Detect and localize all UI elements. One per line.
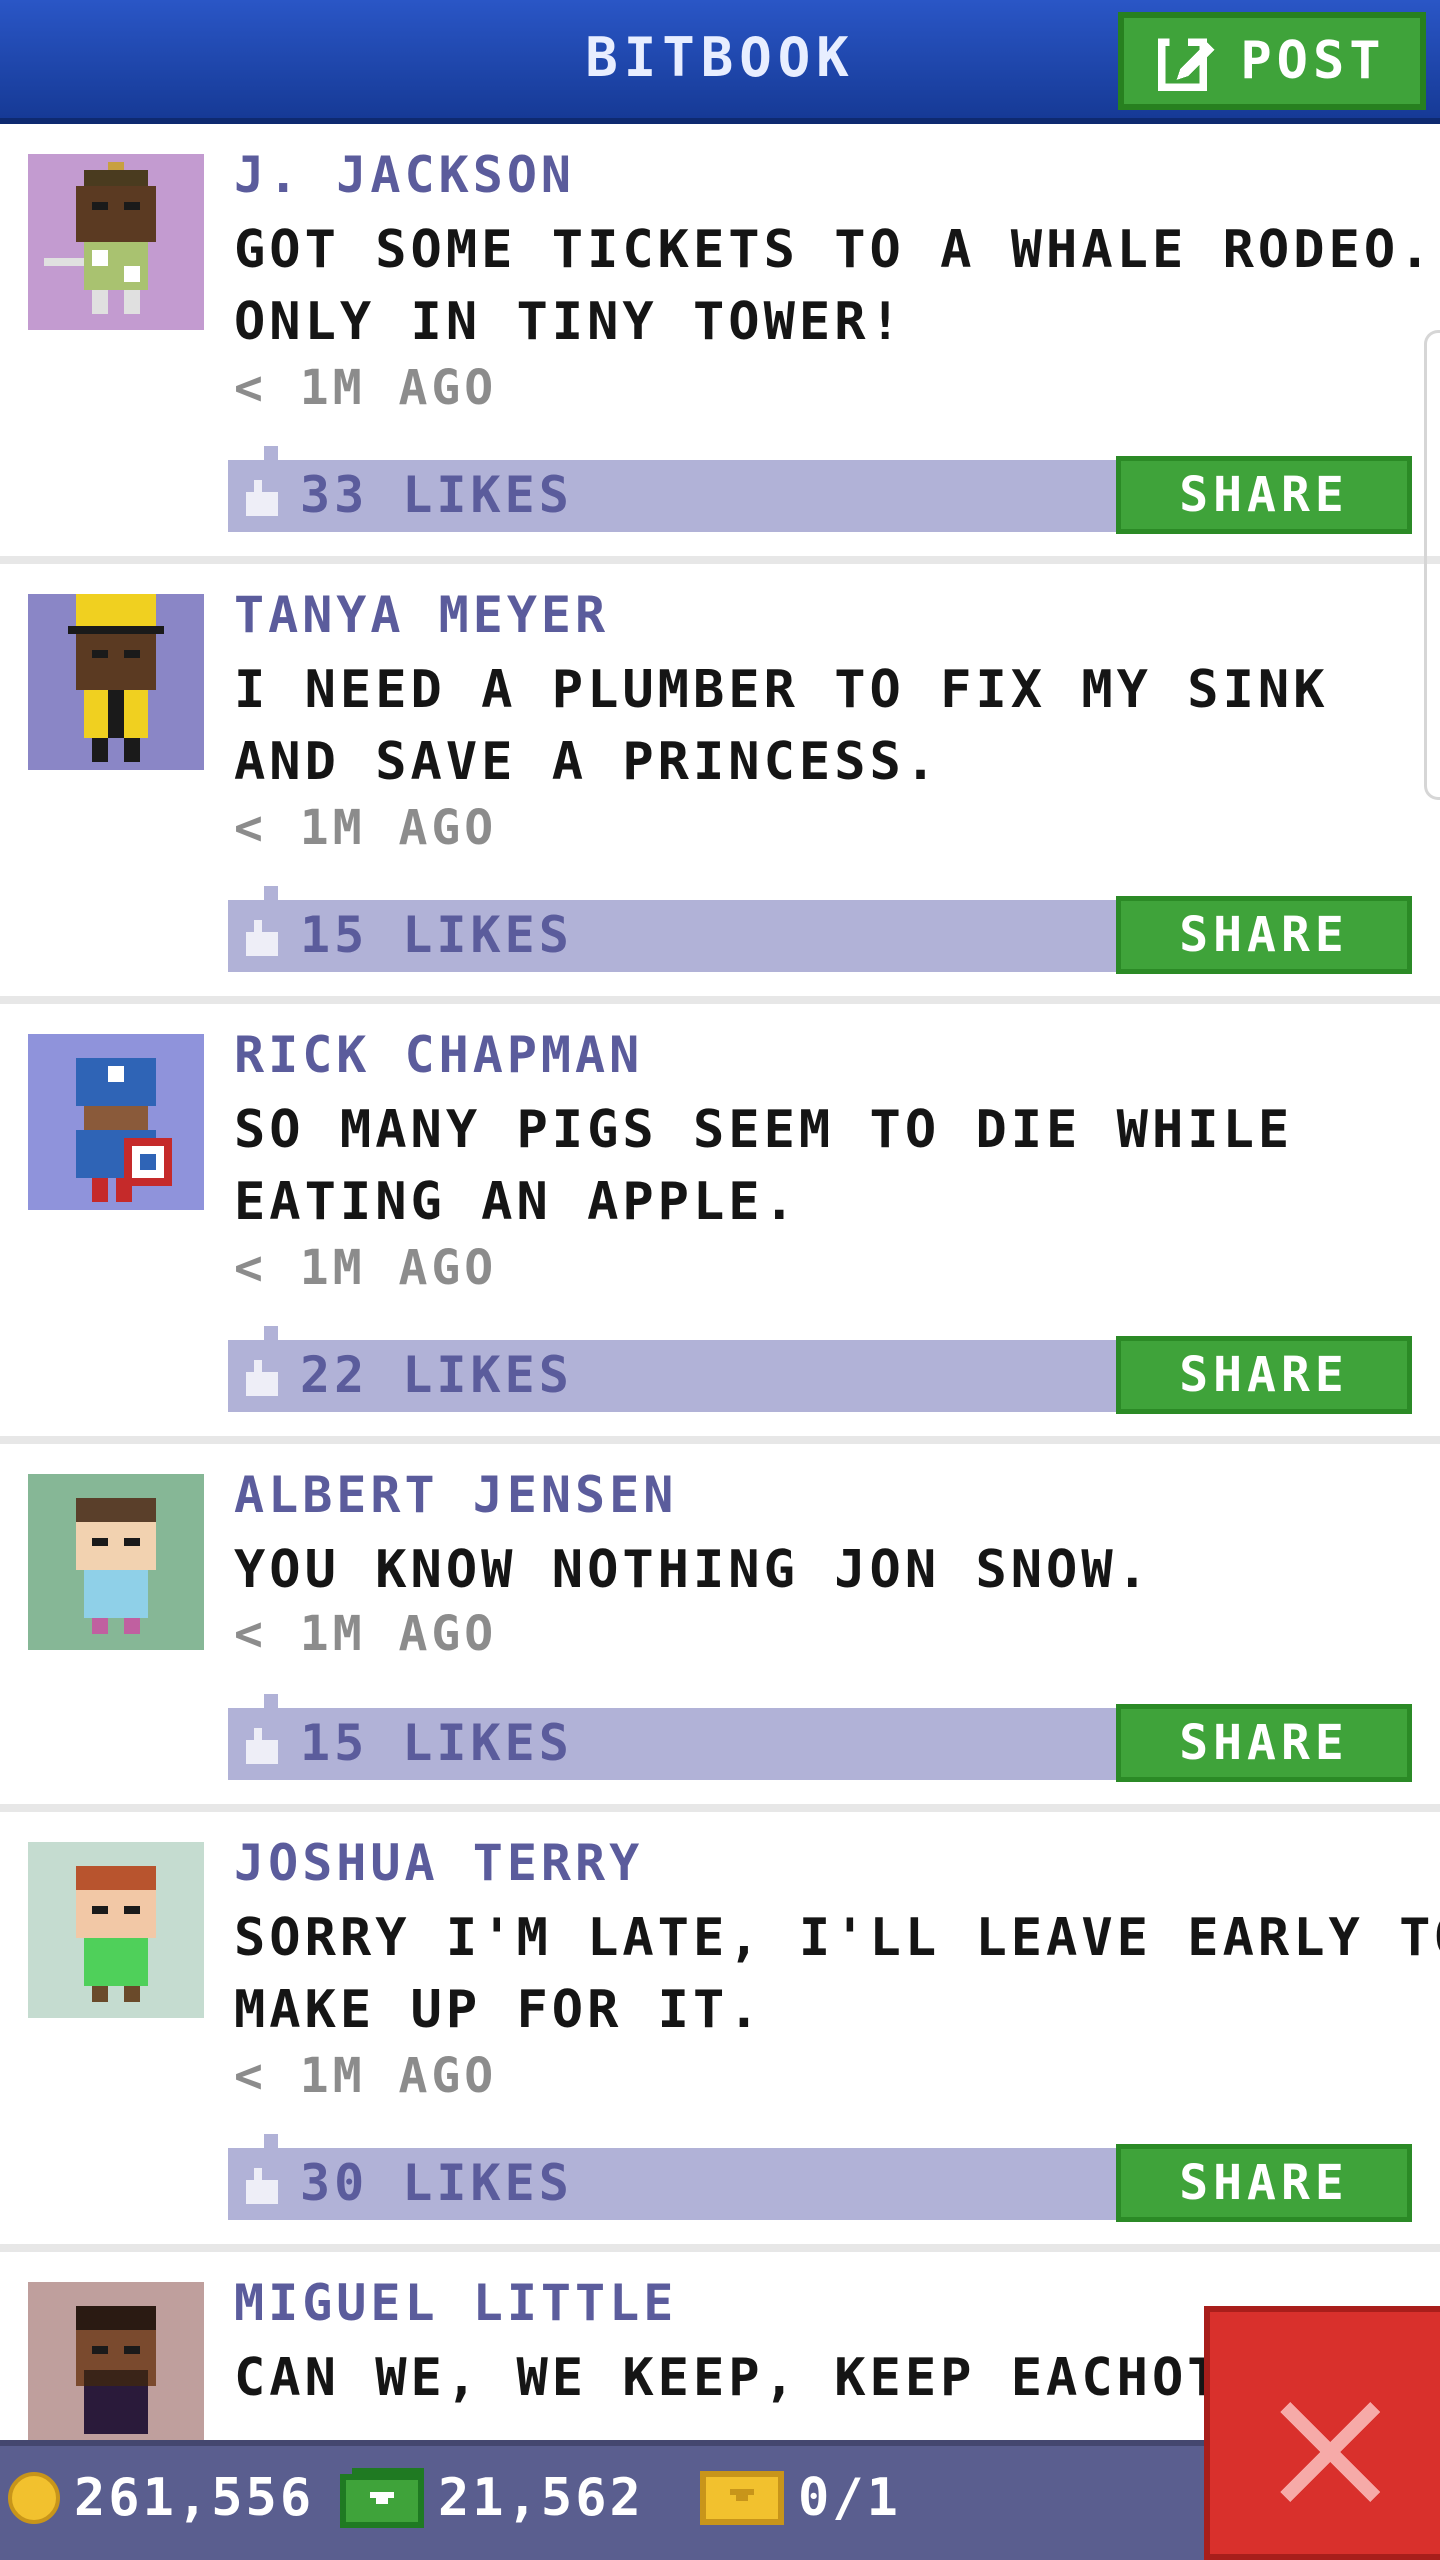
feed-post: J. JACKSON GOT SOME TICKETS TO A WHALE R… xyxy=(0,124,1440,564)
likes-bar: 22 LIKES SHARE xyxy=(228,1326,1412,1414)
avatar xyxy=(28,1474,204,1650)
likes-count: 30 LIKES xyxy=(300,2154,573,2212)
post-author[interactable]: MIGUEL LITTLE xyxy=(234,2274,677,2332)
likes-count: 15 LIKES xyxy=(300,906,573,964)
avatar xyxy=(28,1842,204,2018)
post-message: SO MANY PIGS SEEM TO DIE WHILE EATING AN… xyxy=(234,1094,1424,1238)
close-icon xyxy=(1280,2402,1380,2502)
post-message: GOT SOME TICKETS TO A WHALE RODEO... ONL… xyxy=(234,214,1440,358)
post-author[interactable]: RICK CHAPMAN xyxy=(234,1026,643,1084)
likes-bar-notch xyxy=(264,1326,278,1340)
post-time: < 1M AGO xyxy=(234,1606,498,1662)
share-button[interactable]: SHARE xyxy=(1116,2144,1412,2222)
share-button[interactable]: SHARE xyxy=(1116,1704,1412,1782)
share-button[interactable]: SHARE xyxy=(1116,896,1412,974)
feed[interactable]: J. JACKSON GOT SOME TICKETS TO A WHALE R… xyxy=(0,124,1440,2440)
post-message-line: SO MANY PIGS SEEM TO DIE WHILE xyxy=(234,1100,1294,1160)
post-message: SORRY I'M LATE, I'LL LEAVE EARLY TO MAKE… xyxy=(234,1902,1440,2046)
feed-post: ALBERT JENSEN YOU KNOW NOTHING JON SNOW.… xyxy=(0,1444,1440,1812)
likes-bar: 15 LIKES SHARE xyxy=(228,886,1412,974)
post-message-line: ONLY IN TINY TOWER! xyxy=(234,292,905,352)
thumbs-up-icon[interactable] xyxy=(242,2168,282,2204)
feed-post: RICK CHAPMAN SO MANY PIGS SEEM TO DIE WH… xyxy=(0,1004,1440,1444)
avatar xyxy=(28,1034,204,1210)
close-button[interactable] xyxy=(1204,2306,1440,2560)
post-author[interactable]: ALBERT JENSEN xyxy=(234,1466,677,1524)
post-time: < 1M AGO xyxy=(234,1240,498,1296)
feed-post: TANYA MEYER I NEED A PLUMBER TO FIX MY S… xyxy=(0,564,1440,1004)
header-bar: BITBOOK POST xyxy=(0,0,1440,124)
avatar xyxy=(28,594,204,770)
likes-bar-notch xyxy=(264,886,278,900)
bux-count: 21,562 xyxy=(438,2468,644,2528)
post-author[interactable]: J. JACKSON xyxy=(234,146,575,204)
likes-count: 33 LIKES xyxy=(300,466,573,524)
post-message-line: AND SAVE A PRINCESS. xyxy=(234,732,941,792)
ticket-icon xyxy=(700,2471,784,2525)
post-message-line: MAKE UP FOR IT. xyxy=(234,1980,764,2040)
thumbs-up-icon[interactable] xyxy=(242,1360,282,1396)
post-message-line: YOU KNOW NOTHING JON SNOW. xyxy=(234,1540,1152,1600)
tickets-stat: 0/1 xyxy=(700,2468,901,2528)
post-message-line: SORRY I'M LATE, I'LL LEAVE EARLY TO xyxy=(234,1908,1440,1968)
likes-bar: 30 LIKES SHARE xyxy=(228,2134,1412,2222)
post-message-line: I NEED A PLUMBER TO FIX MY SINK xyxy=(234,660,1329,720)
post-time: < 1M AGO xyxy=(234,360,498,416)
likes-count: 22 LIKES xyxy=(300,1346,573,1404)
share-button[interactable]: SHARE xyxy=(1116,456,1412,534)
thumbs-up-icon[interactable] xyxy=(242,920,282,956)
likes-bar-notch xyxy=(264,1694,278,1708)
avatar xyxy=(28,2282,204,2440)
post-time: < 1M AGO xyxy=(234,2048,498,2104)
tickets-count: 0/1 xyxy=(798,2468,901,2528)
scroll-indicator[interactable] xyxy=(1424,330,1440,800)
post-button-label: POST xyxy=(1240,31,1386,91)
coins-count: 261,556 xyxy=(74,2468,315,2528)
compose-icon xyxy=(1158,38,1215,91)
likes-bar-notch xyxy=(264,2134,278,2148)
likes-count: 15 LIKES xyxy=(300,1714,573,1772)
coins-stat: 261,556 xyxy=(8,2468,314,2528)
thumbs-up-icon[interactable] xyxy=(242,480,282,516)
post-message: I NEED A PLUMBER TO FIX MY SINK AND SAVE… xyxy=(234,654,1424,798)
post-author[interactable]: TANYA MEYER xyxy=(234,586,609,644)
post-message-line: EATING AN APPLE. xyxy=(234,1172,799,1232)
bitbook-screen: BITBOOK POST J. JACKSON GOT SOME TICKETS… xyxy=(0,0,1440,2560)
post-button[interactable]: POST xyxy=(1118,12,1426,110)
thumbs-up-icon[interactable] xyxy=(242,1728,282,1764)
share-button[interactable]: SHARE xyxy=(1116,1336,1412,1414)
bux-stat: 21,562 xyxy=(340,2468,644,2528)
post-message: YOU KNOW NOTHING JON SNOW. xyxy=(234,1534,1424,1606)
coin-icon xyxy=(8,2472,60,2524)
likes-bar-notch xyxy=(264,446,278,460)
feed-post: JOSHUA TERRY SORRY I'M LATE, I'LL LEAVE … xyxy=(0,1812,1440,2252)
post-author[interactable]: JOSHUA TERRY xyxy=(234,1834,643,1892)
post-message-line: GOT SOME TICKETS TO A WHALE RODEO... xyxy=(234,220,1440,280)
likes-bar: 33 LIKES SHARE xyxy=(228,446,1412,534)
post-time: < 1M AGO xyxy=(234,800,498,856)
likes-bar: 15 LIKES SHARE xyxy=(228,1694,1412,1782)
avatar xyxy=(28,154,204,330)
bux-icon xyxy=(340,2468,424,2528)
